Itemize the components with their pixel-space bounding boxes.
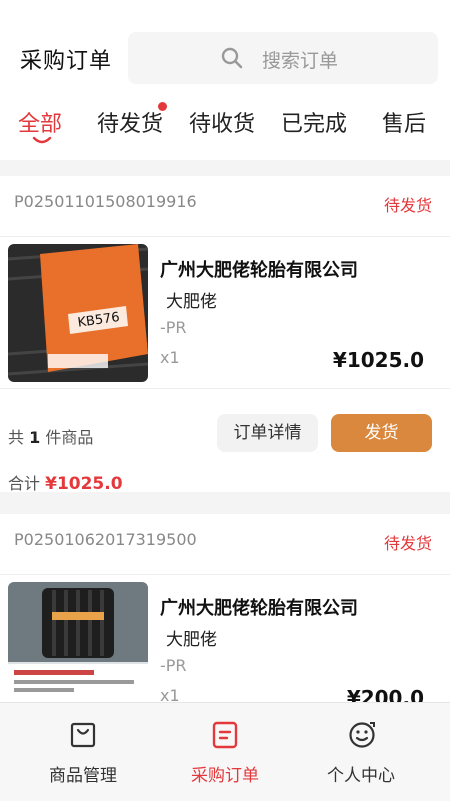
total-amount: ¥1025.0: [45, 474, 123, 494]
total-label: 合计: [8, 474, 41, 493]
order-number: P02501101508019916: [14, 192, 197, 211]
product-quantity: x1: [160, 348, 180, 367]
order-number: P02501062017319500: [14, 530, 197, 549]
item-count: 共 1 件商品: [8, 428, 94, 447]
order-tabs: 全部 待发货 待收货 已完成 售后: [0, 100, 450, 150]
order-card: P02501062017319500 待发货 广州大肥佬轮胎有限公司 大肥佬 -…: [0, 514, 450, 720]
product-brand: 大肥佬: [166, 292, 217, 312]
tab-pending-receipt[interactable]: 待收货: [189, 106, 255, 138]
notification-dot: [158, 102, 168, 111]
bag-icon: [70, 722, 96, 748]
tab-label: 全部: [18, 112, 63, 137]
search-icon: [221, 47, 243, 69]
shop-name: 广州大肥佬轮胎有限公司: [160, 260, 358, 281]
bottom-tab-bar: 商品管理 采购订单 个人中心: [0, 702, 450, 801]
divider: [0, 388, 450, 389]
page-title: 采购订单: [20, 49, 113, 74]
tabbar-item-purchase-orders[interactable]: 采购订单: [150, 703, 300, 801]
product-image[interactable]: KB576: [8, 244, 148, 382]
tab-after-sales[interactable]: 售后: [382, 106, 426, 138]
tabbar-item-profile[interactable]: 个人中心: [286, 703, 436, 801]
tab-all[interactable]: 全部: [18, 106, 63, 144]
tab-completed[interactable]: 已完成: [281, 106, 347, 138]
smiley-icon: [349, 722, 375, 748]
search-placeholder: 搜索订单: [262, 50, 339, 72]
product-image[interactable]: [8, 582, 148, 720]
order-list-icon: [212, 721, 238, 749]
order-status: 待发货: [383, 196, 432, 215]
header: 采购订单 搜索订单 全部 待发货 待收货 已完成 售后: [0, 0, 450, 160]
order-status: 待发货: [383, 534, 432, 553]
tabbar-label: 商品管理: [49, 766, 117, 786]
product-spec: -PR: [160, 318, 187, 337]
order-total: 合计 ¥1025.0: [8, 470, 123, 494]
tab-label: 待发货: [97, 112, 164, 137]
active-tab-indicator: [32, 136, 52, 144]
tab-label: 已完成: [281, 112, 348, 137]
tab-label: 待收货: [189, 112, 256, 137]
tabbar-label: 个人中心: [327, 766, 395, 786]
tab-pending-shipment[interactable]: 待发货: [97, 102, 168, 138]
shop-name: 广州大肥佬轮胎有限公司: [160, 598, 358, 619]
tab-label: 售后: [382, 112, 427, 137]
order-card: P02501101508019916 待发货 KB576 广州大肥佬轮胎有限公司…: [0, 176, 450, 494]
ship-button[interactable]: 发货: [331, 414, 432, 452]
divider: [0, 236, 450, 237]
tabbar-item-product-management[interactable]: 商品管理: [8, 703, 158, 801]
tabbar-label: 采购订单: [191, 766, 259, 786]
product-price: ¥1025.0: [332, 348, 424, 372]
product-brand: 大肥佬: [166, 630, 217, 650]
product-spec: -PR: [160, 656, 187, 675]
order-details-button[interactable]: 订单详情: [217, 414, 318, 452]
divider: [0, 574, 450, 575]
search-box[interactable]: 搜索订单: [128, 32, 438, 84]
